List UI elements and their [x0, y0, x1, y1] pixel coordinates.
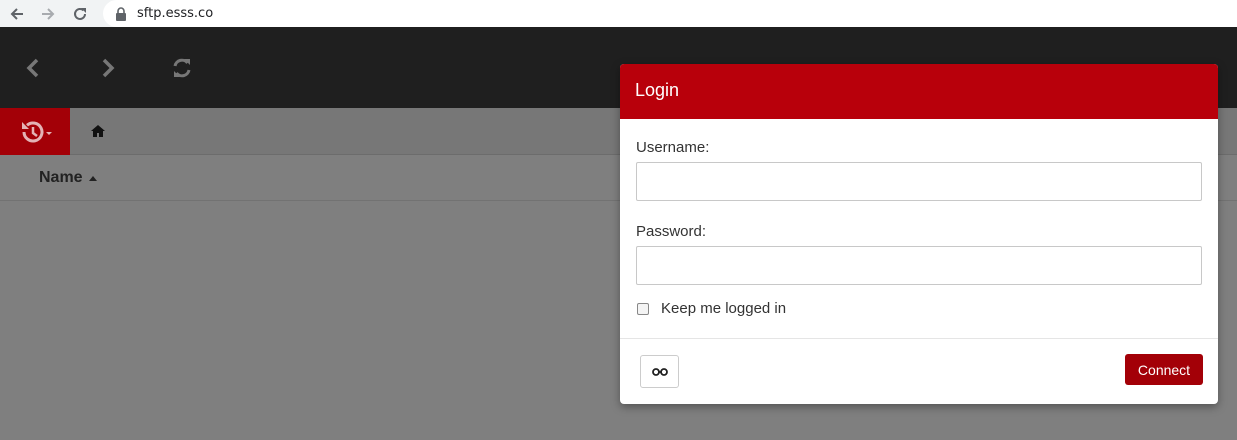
connect-button[interactable]: Connect	[1125, 354, 1203, 385]
history-dropdown-button[interactable]	[0, 108, 70, 155]
sort-ascending-icon	[88, 175, 97, 181]
arrow-left-icon	[10, 7, 23, 20]
forward-button[interactable]	[95, 56, 119, 80]
browser-back-button[interactable]	[3, 0, 31, 27]
browser-forward-button[interactable]	[34, 0, 62, 27]
link-icon	[651, 367, 668, 376]
address-url: sftp.esss.co	[137, 6, 214, 21]
remember-me-checkbox[interactable]	[637, 302, 649, 315]
history-icon	[22, 121, 52, 142]
back-button[interactable]	[22, 56, 46, 80]
browser-toolbar: sftp.esss.co	[0, 0, 1237, 27]
login-dialog-footer: Connect	[620, 339, 1218, 404]
login-dialog: Login Username: Password: Keep me logged…	[620, 64, 1218, 404]
lock-icon	[116, 6, 126, 21]
browser-reload-button[interactable]	[66, 0, 94, 27]
link-button[interactable]	[640, 355, 679, 388]
refresh-icon	[173, 58, 191, 78]
username-label: Username:	[636, 139, 710, 156]
remember-me-label[interactable]: Keep me logged in	[661, 300, 786, 317]
login-dialog-header: Login	[620, 64, 1218, 119]
refresh-button[interactable]	[170, 56, 194, 80]
login-dialog-body: Username: Password: Keep me logged in	[620, 119, 1218, 339]
arrow-right-icon	[42, 7, 55, 20]
chevron-right-icon	[102, 58, 115, 78]
remember-me-row: Keep me logged in	[636, 300, 1202, 317]
name-column-label: Name	[39, 169, 83, 186]
name-column-header[interactable]: Name	[39, 169, 97, 187]
address-bar[interactable]: sftp.esss.co	[103, 0, 1237, 27]
home-icon[interactable]	[90, 123, 106, 139]
password-input[interactable]	[636, 246, 1202, 285]
login-dialog-title: Login	[635, 80, 680, 100]
password-label: Password:	[636, 223, 707, 240]
reload-icon	[74, 7, 86, 20]
username-input[interactable]	[636, 162, 1202, 201]
chevron-left-icon	[26, 58, 39, 78]
